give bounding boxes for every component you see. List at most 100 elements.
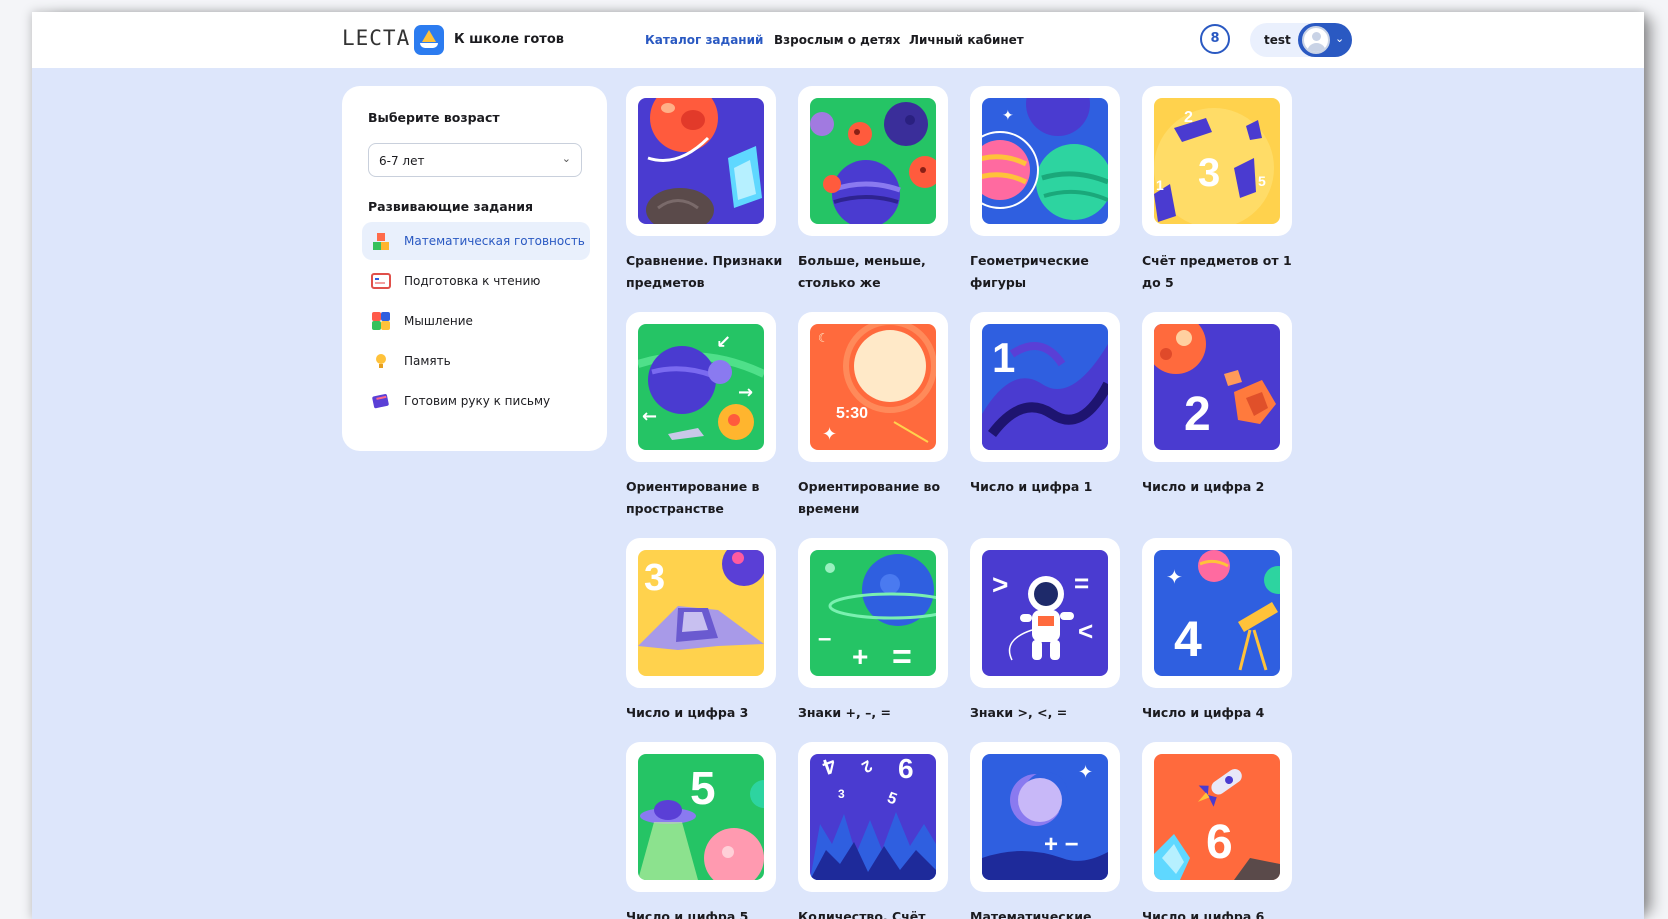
counting-asteroids-image: 3 2 5 1 [1154, 98, 1280, 224]
category-label: Мышление [404, 314, 473, 328]
art-equals: = [892, 638, 912, 676]
number-five-image: 5 [638, 754, 764, 880]
art-plus: + [852, 641, 868, 672]
svg-text:✦: ✦ [1002, 108, 1014, 124]
svg-text:←: ← [642, 406, 657, 427]
svg-text:→: → [738, 382, 753, 403]
card-tile [626, 86, 776, 236]
number-two-image: 2 [1154, 324, 1280, 450]
card-tile: + = – [798, 538, 948, 688]
card-title: Число и цифра 6 [1142, 909, 1265, 919]
art-number-4: 4 [1174, 611, 1202, 667]
card-tile: 5 [626, 742, 776, 892]
art-number-1: 1 [992, 334, 1015, 381]
art-number-3: 3 [644, 557, 665, 599]
lecta-logo[interactable]: LECTA [342, 26, 410, 50]
art-number-2: 2 [1184, 109, 1193, 126]
blocks-icon [370, 230, 392, 252]
card-tile: 3 2 5 1 [1142, 86, 1292, 236]
card-title: Знаки +, –, = [798, 705, 891, 720]
user-menu-button[interactable]: test ⌄ [1250, 23, 1352, 57]
profile-toggle[interactable]: ⌄ [1298, 23, 1352, 57]
nav-catalog[interactable]: Каталог заданий [645, 33, 763, 47]
orientation-space-image: ↙ → ← [638, 324, 764, 450]
card-tile: > = < [970, 538, 1120, 688]
lightbulb-icon [370, 350, 392, 372]
svg-text:✦: ✦ [1166, 565, 1183, 589]
card-title: Число и цифра 2 [1142, 479, 1265, 494]
chevron-down-icon: ⌄ [561, 152, 571, 165]
user-name: test [1264, 33, 1291, 47]
age-select[interactable]: 6-7 лет ⌄ [368, 143, 582, 177]
card-tile: 2 [1142, 312, 1292, 462]
card-tile: ✦ 4 [1142, 538, 1292, 688]
art-plus-minus: + − [1044, 831, 1079, 858]
card-title: Знаки >, <, = [970, 705, 1068, 720]
card-title: Ориентирование в пространстве [626, 479, 760, 516]
category-label: Готовим руку к письму [404, 394, 551, 408]
card-tile: ↙ → ← [626, 312, 776, 462]
nav-account[interactable]: Личный кабинет [909, 33, 1024, 47]
art-lt: < [1078, 616, 1093, 646]
art-number-5: 5 [690, 762, 716, 814]
app-window: LECTA К школе готов Каталог заданий Взро… [32, 12, 1644, 919]
svg-text:↙: ↙ [716, 332, 731, 353]
puzzle-icon [370, 310, 392, 332]
avatar-icon [1302, 26, 1330, 54]
number-one-image: 1 [982, 324, 1108, 450]
card-tile: 1 [970, 312, 1120, 462]
svg-text:✦: ✦ [1078, 762, 1093, 783]
chevron-down-icon: ⌄ [1335, 32, 1345, 45]
card-title: Ориентирование во времени [798, 479, 941, 516]
card-tile: 3 [626, 538, 776, 688]
card-title: Геометрические фигуры [970, 253, 1089, 290]
math-moon-image: ✦ + − [982, 754, 1108, 880]
category-thinking[interactable]: Мышление [362, 302, 590, 340]
art-number-6: 6 [1206, 816, 1233, 869]
card-tile: ✦ [970, 86, 1120, 236]
category-math[interactable]: Математическая готовность [362, 222, 590, 260]
book-icon [370, 270, 392, 292]
art-minus: – [818, 625, 831, 652]
card-title: Больше, меньше, столько же [798, 253, 926, 290]
category-memory[interactable]: Память [362, 342, 590, 380]
card-tile: ✦ + − [970, 742, 1120, 892]
plus-minus-signs-image: + = – [810, 550, 936, 676]
category-label: Подготовка к чтению [404, 274, 541, 288]
notifications-badge[interactable]: 8 [1200, 24, 1230, 54]
card-tile [798, 86, 948, 236]
card-title: Счёт предметов от 1 до 5 [1142, 253, 1292, 290]
card-title: Математические [970, 909, 1092, 919]
age-select-value: 6-7 лет [379, 154, 425, 168]
notebook-icon [370, 390, 392, 412]
card-title: Число и цифра 3 [626, 705, 749, 720]
counting-numbers-image: 42653 [810, 754, 936, 880]
app-title[interactable]: К школе готов [454, 32, 564, 47]
boat-logo-icon[interactable] [414, 25, 444, 55]
card-tile: 5:30 ✦ ☾ [798, 312, 948, 462]
geometric-planets-image: ✦ [982, 98, 1108, 224]
planets-count-image [810, 98, 936, 224]
tasks-heading: Развивающие задания [368, 199, 534, 214]
art-number-1: 1 [1156, 177, 1164, 193]
category-label: Память [404, 354, 451, 368]
card-title: Число и цифра 1 [970, 479, 1093, 494]
nav-for-adults[interactable]: Взрослым о детях [774, 33, 900, 47]
art-time: 5:30 [836, 405, 868, 422]
category-reading[interactable]: Подготовка к чтению [362, 262, 590, 300]
card-tile: 42653 [798, 742, 948, 892]
number-three-image: 3 [638, 550, 764, 676]
number-four-image: ✦ 4 [1154, 550, 1280, 676]
art-number-3: 3 [1198, 151, 1220, 195]
svg-text:☾: ☾ [818, 331, 829, 345]
art-number-2: 2 [1184, 388, 1211, 441]
card-title: Число и цифра 4 [1142, 705, 1265, 720]
filter-sidebar: Выберите возраст 6-7 лет ⌄ Развивающие з… [342, 86, 607, 451]
svg-text:✦: ✦ [822, 424, 837, 445]
category-writing[interactable]: Готовим руку к письму [362, 382, 590, 420]
number-six-image: 6 [1154, 754, 1280, 880]
card-title: Количество. Счёт [798, 909, 926, 919]
art-equals: = [1074, 568, 1089, 598]
card-title: Сравнение. Признаки предметов [626, 253, 783, 290]
card-tile: 6 [1142, 742, 1292, 892]
